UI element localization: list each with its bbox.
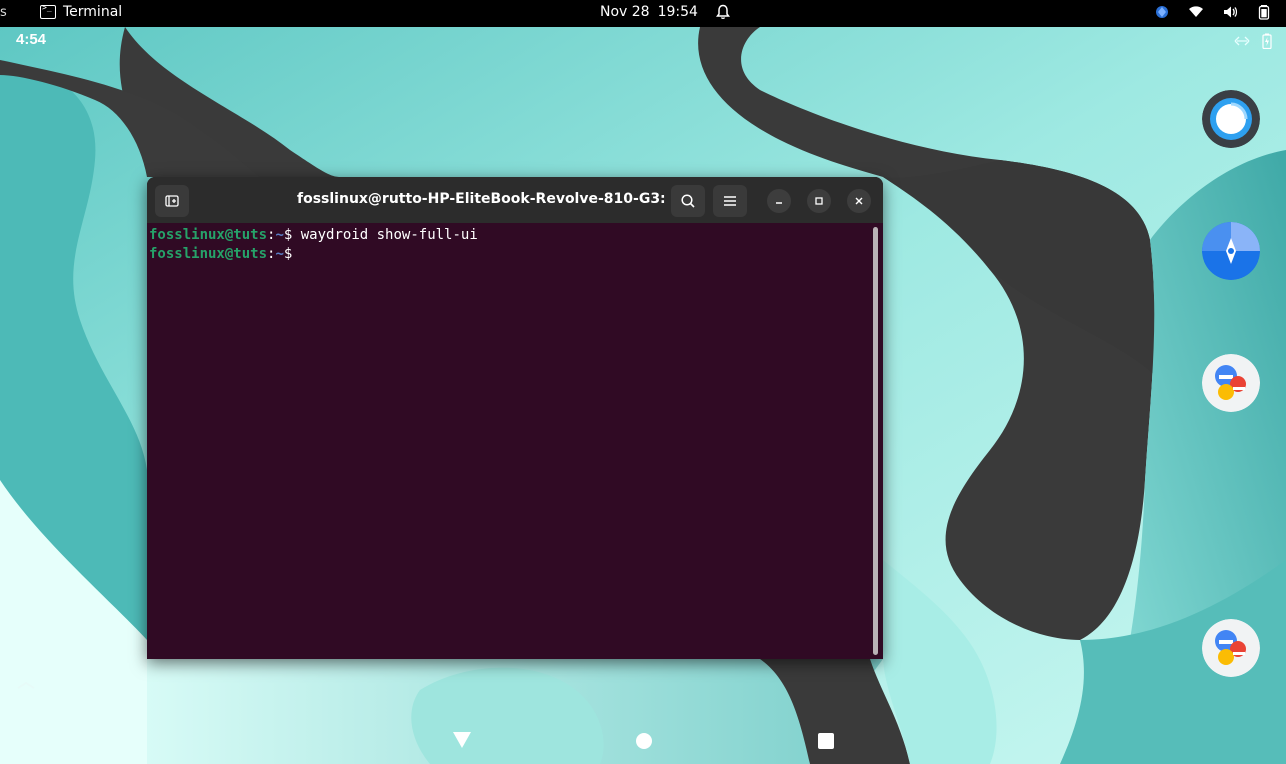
home-button[interactable]	[635, 732, 653, 750]
messaging-app-icon-2[interactable]	[1202, 619, 1260, 677]
terminal-window[interactable]: fosslinux@rutto-HP-EliteBook-Revolve-810…	[147, 177, 883, 659]
scrollbar-thumb[interactable]	[873, 227, 878, 655]
app-drawer-handle-icon[interactable]	[16, 680, 36, 690]
app-menu[interactable]: Terminal	[40, 4, 122, 20]
close-icon	[854, 196, 864, 206]
maximize-icon	[814, 196, 824, 206]
prompt-user: fosslinux@tuts	[149, 246, 267, 262]
system-tray[interactable]	[1154, 4, 1272, 20]
prompt-path: ~	[275, 227, 283, 243]
notification-bell-icon	[716, 4, 730, 20]
desktop: s Terminal Nov 28 19:54	[0, 0, 1286, 764]
window-title: fosslinux@rutto-HP-EliteBook-Revolve-810…	[297, 191, 667, 207]
time-label: 19:54	[658, 4, 698, 20]
prompt-symbol: $	[284, 246, 292, 262]
menu-button[interactable]	[713, 185, 747, 217]
new-tab-button[interactable]	[155, 185, 189, 217]
maximize-button[interactable]	[807, 189, 831, 213]
terminal-output[interactable]: fosslinux@tuts:~$ waydroid show-full-ui …	[149, 226, 869, 656]
app-menu-label: Terminal	[63, 4, 122, 20]
new-tab-icon	[164, 193, 180, 209]
prompt-path: ~	[275, 246, 283, 262]
minimize-button[interactable]	[767, 189, 791, 213]
recents-button[interactable]	[817, 732, 835, 750]
waydroid-tray-icon[interactable]	[1154, 4, 1170, 20]
gnome-top-bar: s Terminal Nov 28 19:54	[0, 0, 1286, 27]
terminal-app-icon	[40, 5, 56, 19]
wifi-icon	[1188, 4, 1204, 20]
date-time-menu[interactable]: Nov 28 19:54	[600, 4, 730, 20]
activities-button[interactable]: s	[0, 5, 7, 20]
prompt-user: fosslinux@tuts	[149, 227, 267, 243]
terminal-line: fosslinux@tuts:~$	[149, 245, 869, 264]
command-text: waydroid show-full-ui	[292, 227, 477, 243]
volume-icon	[1222, 4, 1238, 20]
battery-icon	[1256, 4, 1272, 20]
back-button[interactable]	[452, 731, 472, 749]
hamburger-menu-icon	[723, 195, 737, 207]
messaging-app-icon[interactable]	[1202, 354, 1260, 412]
terminal-header-bar[interactable]: fosslinux@rutto-HP-EliteBook-Revolve-810…	[147, 177, 883, 223]
terminal-scrollbar[interactable]	[872, 227, 880, 655]
date-label: Nov 28	[600, 4, 650, 20]
android-status-time: 4:54	[16, 31, 46, 48]
search-icon	[680, 193, 696, 209]
android-status-icons	[1234, 33, 1272, 49]
close-button[interactable]	[847, 189, 871, 213]
terminal-line: fosslinux@tuts:~$ waydroid show-full-ui	[149, 226, 869, 245]
navigation-app-icon[interactable]	[1202, 222, 1260, 280]
minimize-icon	[774, 196, 784, 206]
search-button[interactable]	[671, 185, 705, 217]
android-battery-icon	[1262, 33, 1272, 49]
data-transfer-icon	[1234, 36, 1250, 46]
clock-app-icon[interactable]	[1202, 90, 1260, 148]
